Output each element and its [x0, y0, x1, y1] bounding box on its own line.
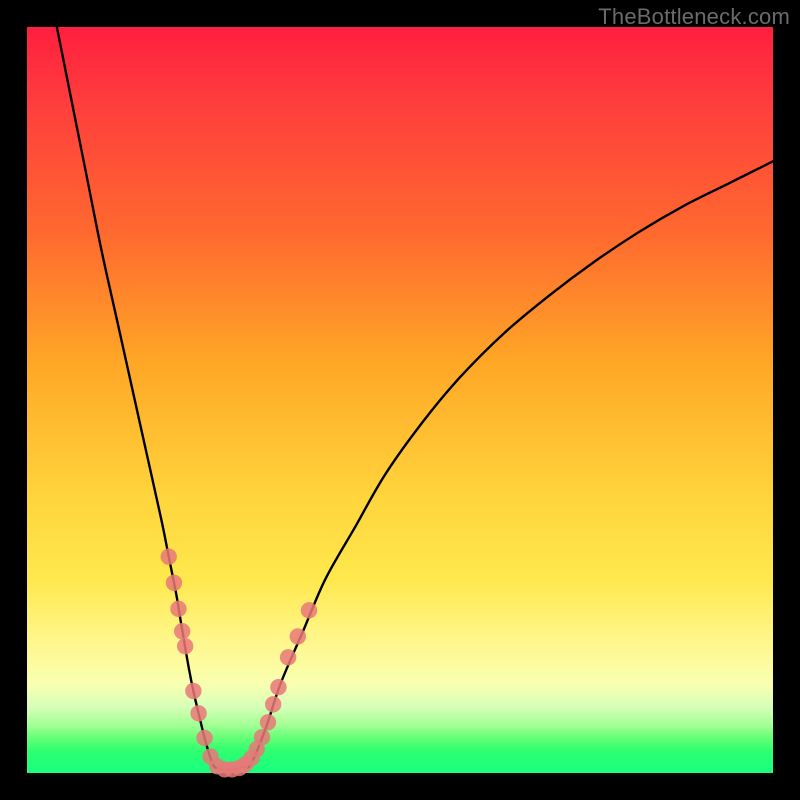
- curve-marker: [254, 729, 270, 745]
- plot-area: [27, 27, 773, 773]
- bottleneck-curve: [57, 27, 773, 769]
- curve-marker: [270, 679, 286, 695]
- curve-marker: [185, 683, 201, 699]
- watermark-text: TheBottleneck.com: [598, 4, 790, 30]
- curve-marker: [166, 575, 182, 591]
- curve-marker: [301, 602, 317, 618]
- curve-layer: [27, 27, 773, 773]
- curve-marker: [290, 628, 306, 644]
- curve-marker: [265, 696, 281, 712]
- curve-marker: [174, 623, 190, 639]
- curve-marker: [196, 730, 212, 746]
- chart-frame: TheBottleneck.com: [0, 0, 800, 800]
- curve-marker: [170, 601, 186, 617]
- curve-marker: [260, 714, 276, 730]
- curve-marker: [280, 649, 296, 665]
- curve-marker: [190, 705, 206, 721]
- curve-marker: [177, 638, 193, 654]
- curve-marker: [161, 548, 177, 564]
